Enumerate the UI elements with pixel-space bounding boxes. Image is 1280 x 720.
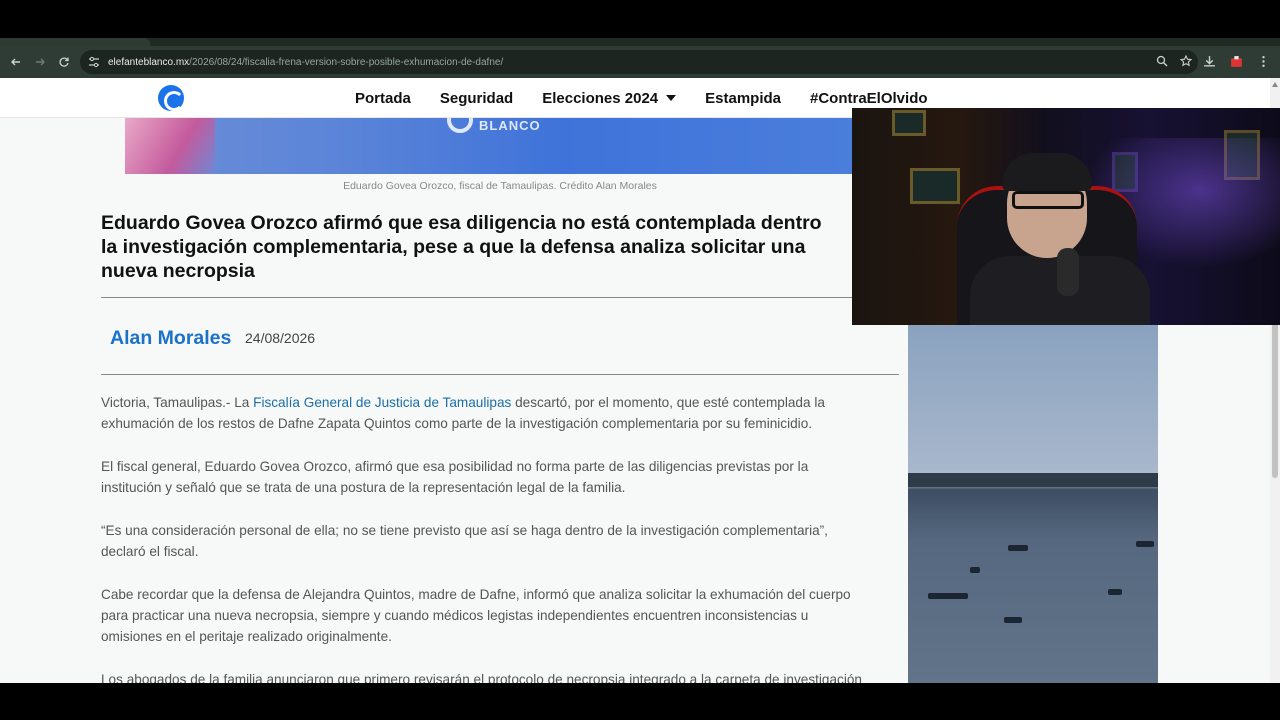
boat-shape — [1008, 545, 1028, 551]
shoreline — [908, 473, 1158, 487]
glasses-icon — [1012, 191, 1084, 209]
top-letterbox — [0, 0, 1280, 38]
zoom-icon[interactable] — [1156, 55, 1168, 67]
article-subheadline: Eduardo Govea Orozco afirmó que esa dili… — [101, 212, 822, 282]
main-nav: Portada Seguridad Elecciones 2024 Estamp… — [355, 78, 928, 118]
scroll-thumb[interactable] — [1272, 318, 1278, 478]
nav-label: Portada — [355, 89, 411, 107]
article-body: Victoria, Tamaulipas.- La Fiscalía Gener… — [101, 392, 901, 683]
download-icon[interactable] — [1203, 55, 1216, 68]
site-logo-icon[interactable] — [158, 85, 184, 111]
boat-shape — [1108, 589, 1122, 595]
image-caption: Eduardo Govea Orozco, fiscal de Tamaulip… — [343, 180, 657, 192]
boat-shape — [1136, 541, 1154, 547]
nav-seguridad[interactable]: Seguridad — [440, 90, 513, 107]
back-icon[interactable] — [4, 50, 28, 74]
url-host: elefanteblanco.mx — [108, 56, 190, 68]
boat-shape — [1004, 617, 1022, 623]
nav-label: Estampida — [705, 89, 781, 107]
paragraph: Victoria, Tamaulipas.- La Fiscalía Gener… — [101, 392, 901, 434]
bookmark-star-icon[interactable] — [1180, 55, 1192, 67]
microphone-icon — [1057, 248, 1079, 296]
nav-label: Elecciones 2024 — [542, 89, 659, 107]
extension-icon[interactable] — [1230, 55, 1243, 68]
webcam-overlay — [852, 108, 1280, 325]
sidebar-video[interactable] — [908, 325, 1158, 683]
hero-image-detail — [125, 118, 215, 174]
hero-image: BLANCO — [125, 118, 855, 174]
wall-frame — [892, 110, 926, 136]
chevron-down-icon — [666, 95, 677, 101]
boat-shape — [928, 593, 968, 599]
bottom-letterbox — [0, 683, 1280, 720]
boat-shape — [970, 567, 980, 573]
paragraph: Cabe recordar que la defensa de Alejandr… — [101, 587, 851, 644]
wall-frame — [910, 168, 960, 204]
fiscalia-link[interactable]: Fiscalía General de Justicia de Tamaulip… — [253, 395, 511, 410]
hero-watermark: BLANCO — [447, 118, 567, 136]
divider — [101, 297, 899, 298]
address-bar[interactable]: elefanteblanco.mx/2026/08/24/fiscalia-fr… — [80, 50, 1198, 74]
streamer-cap — [1002, 153, 1092, 191]
reload-icon[interactable] — [52, 50, 76, 74]
nav-label: Seguridad — [439, 89, 514, 107]
tab-strip — [0, 38, 1280, 46]
url-path: /2026/08/24/fiscalia-frena-version-sobre… — [189, 56, 504, 68]
site-settings-icon[interactable] — [88, 56, 100, 68]
text: Victoria, Tamaulipas.- La — [101, 395, 254, 410]
paragraph: Los abogados de la familia anunciaron qu… — [101, 672, 862, 683]
menu-kebab-icon[interactable] — [1257, 55, 1270, 68]
nav-elecciones[interactable]: Elecciones 2024 — [542, 89, 677, 107]
active-tab[interactable] — [0, 38, 150, 46]
browser-toolbar: elefanteblanco.mx/2026/08/24/fiscalia-fr… — [0, 46, 1280, 78]
divider — [101, 374, 899, 375]
scroll-up-icon[interactable] — [1272, 82, 1278, 87]
paragraph: “Es una consideración personal de ella; … — [101, 523, 828, 559]
forward-icon[interactable] — [28, 50, 52, 74]
nav-label: #ContraElOlvido — [810, 89, 928, 107]
author-link[interactable]: Alan Morales — [110, 327, 231, 350]
nav-estampida[interactable]: Estampida — [705, 90, 781, 107]
hero-watermark-text: BLANCO — [479, 118, 541, 133]
nav-portada[interactable]: Portada — [355, 90, 411, 107]
paragraph: El fiscal general, Eduardo Govea Orozco,… — [101, 459, 809, 495]
publish-date: 24/08/2026 — [245, 330, 316, 346]
nav-contraelolvido[interactable]: #ContraElOlvido — [810, 90, 928, 107]
